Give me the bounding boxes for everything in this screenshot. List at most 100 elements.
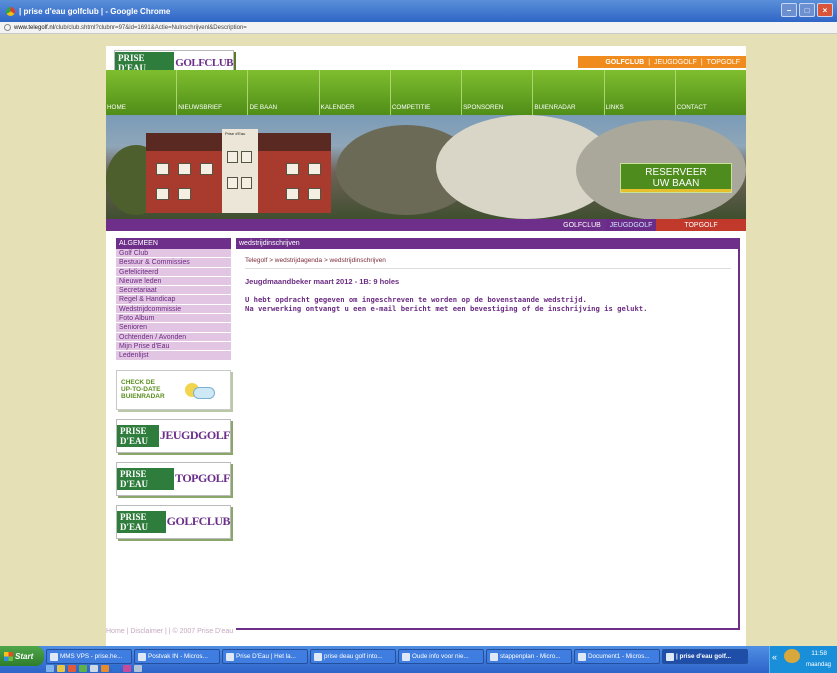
folder-icon bbox=[402, 652, 410, 661]
nav-kalender[interactable]: KALENDER bbox=[320, 70, 391, 115]
nav-de-baan[interactable]: DE BAAN bbox=[248, 70, 320, 115]
quicklaunch-icon[interactable] bbox=[134, 665, 142, 672]
sidebar-item-gefeliciteerd[interactable]: Gefeliciteerd bbox=[116, 267, 231, 277]
window-shape bbox=[286, 163, 299, 175]
nav-nieuwsbrief[interactable]: NIEUWSBRIEF bbox=[177, 70, 249, 115]
main-content: wedstrijdinschrijven Telegolf > wedstrij… bbox=[236, 238, 740, 630]
quicklaunch-icon[interactable] bbox=[90, 665, 98, 672]
sidebar-item-secretariaat[interactable]: Secretariaat bbox=[116, 286, 231, 296]
quicklaunch-icon[interactable] bbox=[46, 665, 54, 672]
window-shape bbox=[178, 163, 191, 175]
buienradar-banner[interactable]: CHECK DE UP-TO-DATE BUIENRADAR bbox=[116, 369, 231, 410]
quicklaunch-icon[interactable] bbox=[112, 665, 120, 672]
site-container: PRISE D'EAU GOLFCLUB GOLFCLUB | JEUGDGOL… bbox=[106, 46, 746, 646]
logo-word: JEUGDGOLF bbox=[159, 428, 231, 443]
confirmation-message: U hebt opdracht gegeven om ingeschreven … bbox=[245, 295, 738, 313]
task-chrome-active[interactable]: | prise d'eau golf... bbox=[662, 649, 748, 664]
system-tray: « 11:58 maandag bbox=[769, 646, 837, 673]
word-icon bbox=[490, 652, 498, 661]
quicklaunch-icon[interactable] bbox=[68, 665, 76, 672]
reserve-course-button[interactable]: RESERVEER UW BAAN bbox=[620, 163, 732, 193]
task-firefox[interactable]: prise deau golf into... bbox=[310, 649, 396, 664]
window-title-bar: | prise d'eau golfclub | - Google Chrome… bbox=[0, 0, 837, 22]
logo-prefix: PRISE D'EAU bbox=[117, 424, 159, 447]
sidebar-item-ochtenden-avonden[interactable]: Ochtenden / Avonden bbox=[116, 332, 231, 342]
nav-sponsoren[interactable]: SPONSOREN bbox=[462, 70, 534, 115]
close-button[interactable]: × bbox=[817, 3, 833, 17]
jeugdgolf-logo-link[interactable]: PRISE D'EAU JEUGDGOLF bbox=[116, 418, 231, 453]
window-shape bbox=[308, 188, 321, 200]
tray-icon[interactable] bbox=[784, 649, 800, 663]
sidebar-item-senioren[interactable]: Senioren bbox=[116, 323, 231, 333]
sidebar-item-nieuwe-leden[interactable]: Nieuwe leden bbox=[116, 276, 231, 287]
quicklaunch-icon[interactable] bbox=[79, 665, 87, 672]
section-tab-topgolf[interactable]: TOPGOLF bbox=[656, 219, 746, 231]
section-tabs: GOLFCLUB JEUGDGOLF TOPGOLF bbox=[106, 219, 746, 231]
window-shape bbox=[200, 163, 213, 175]
main-nav: HOME NIEUWSBRIEF DE BAAN KALENDER COMPET… bbox=[106, 70, 746, 115]
top-link-topgolf[interactable]: TOPGOLF bbox=[707, 59, 740, 66]
logo-prefix: PRISE D'EAU bbox=[117, 510, 166, 533]
logo-word: TOPGOLF bbox=[175, 471, 230, 486]
logo-word: GOLFCLUB bbox=[166, 514, 231, 529]
window-shape bbox=[156, 163, 169, 175]
day-label: maandag bbox=[805, 662, 831, 668]
window-shape bbox=[308, 163, 321, 175]
clubhouse-tower: Prise d'Eau bbox=[222, 129, 258, 213]
chrome-icon bbox=[226, 652, 234, 661]
task-folder[interactable]: Oude info voor nie... bbox=[398, 649, 484, 664]
address-path: /club/club.shtml?clubnr=97&id=1691&Actie… bbox=[54, 24, 247, 31]
address-domain: www.telegolf.nl bbox=[14, 24, 55, 31]
sidebar-item-foto-album[interactable]: Foto Album bbox=[116, 314, 231, 324]
nav-competitie[interactable]: COMPETITIE bbox=[391, 70, 463, 115]
task-mms-vps[interactable]: MMS VPS - prise.he... bbox=[46, 649, 132, 664]
sidebar-item-ledenlijst[interactable]: Ledenlijst bbox=[116, 351, 231, 361]
sidebar-item-bestuur[interactable]: Bestuur & Commissies bbox=[116, 258, 231, 268]
topgolf-logo-link[interactable]: PRISE D'EAU TOPGOLF bbox=[116, 461, 231, 496]
window-title: | prise d'eau golfclub | - Google Chrome bbox=[19, 6, 171, 16]
task-outlook[interactable]: Postvak IN - Micros... bbox=[134, 649, 220, 664]
minimize-button[interactable]: – bbox=[781, 3, 797, 17]
task-word-stappenplan[interactable]: stappenplan - Micro... bbox=[486, 649, 572, 664]
globe-icon bbox=[4, 24, 11, 31]
sidebar-item-mijn-prise-deau[interactable]: Mijn Prise d'Eau bbox=[116, 341, 231, 352]
start-button[interactable]: Start bbox=[0, 646, 44, 666]
golfclub-logo-link[interactable]: PRISE D'EAU GOLFCLUB bbox=[116, 504, 231, 539]
address-bar[interactable]: www.telegolf.nl /club/club.shtml?clubnr=… bbox=[0, 22, 837, 34]
outlook-icon bbox=[138, 652, 146, 661]
sidebar-item-golf-club[interactable]: Golf Club bbox=[116, 249, 231, 259]
clubhouse-banner: Prise d'Eau RESERVEER UW BAAN bbox=[106, 115, 746, 219]
message-line-2: Na verwerking ontvangt u een e-mail beri… bbox=[245, 303, 648, 313]
logo-prefix: PRISE D'EAU bbox=[117, 467, 175, 490]
nav-buienradar[interactable]: BUIENRADAR bbox=[533, 70, 605, 115]
sidebar-item-regel-handicap[interactable]: Regel & Handicap bbox=[116, 295, 231, 305]
windows-taskbar: Start MMS VPS - prise.he... Postvak IN -… bbox=[0, 646, 837, 673]
sidebar-item-wedstrijdcommissie[interactable]: Wedstrijdcommissie bbox=[116, 304, 231, 315]
taskbar-tasks: MMS VPS - prise.he... Postvak IN - Micro… bbox=[46, 649, 748, 664]
clock[interactable]: 11:58 bbox=[811, 650, 827, 657]
section-tab-golfclub[interactable]: GOLFCLUB bbox=[558, 219, 606, 231]
nav-links[interactable]: LINKS bbox=[605, 70, 676, 115]
site-footer[interactable]: Home | Disclaimer | | © 2007 Prise D'eau bbox=[106, 628, 233, 635]
top-link-jeugdgolf[interactable]: JEUGDGOLF bbox=[654, 59, 697, 66]
quick-launch bbox=[46, 665, 142, 672]
section-tab-jeugdgolf[interactable]: JEUGDGOLF bbox=[606, 219, 656, 231]
task-chrome-prise[interactable]: Prise D'Eau | Het la... bbox=[222, 649, 308, 664]
maximize-button[interactable]: □ bbox=[799, 3, 815, 17]
quicklaunch-icon[interactable] bbox=[123, 665, 131, 672]
firefox-icon bbox=[314, 652, 322, 661]
top-section-nav: GOLFCLUB | JEUGDGOLF | TOPGOLF bbox=[578, 56, 746, 68]
content-heading: wedstrijdinschrijven bbox=[236, 238, 738, 249]
nav-contact[interactable]: CONTACT bbox=[676, 70, 746, 115]
top-link-golfclub[interactable]: GOLFCLUB bbox=[605, 59, 644, 66]
reserve-line-2: UW BAAN bbox=[652, 178, 700, 189]
logo-word: GOLFCLUB bbox=[175, 57, 233, 69]
quicklaunch-icon[interactable] bbox=[101, 665, 109, 672]
breadcrumb[interactable]: Telegolf > wedstrijdagenda > wedstrijdin… bbox=[245, 257, 731, 269]
nav-home[interactable]: HOME bbox=[106, 70, 178, 115]
competition-title: Jeugdmaandbeker maart 2012 - 1B: 9 holes bbox=[245, 277, 400, 286]
window-shape bbox=[156, 188, 169, 200]
tray-expand-icon[interactable]: « bbox=[772, 652, 777, 662]
quicklaunch-icon[interactable] bbox=[57, 665, 65, 672]
task-word-document1[interactable]: Document1 - Micros... bbox=[574, 649, 660, 664]
